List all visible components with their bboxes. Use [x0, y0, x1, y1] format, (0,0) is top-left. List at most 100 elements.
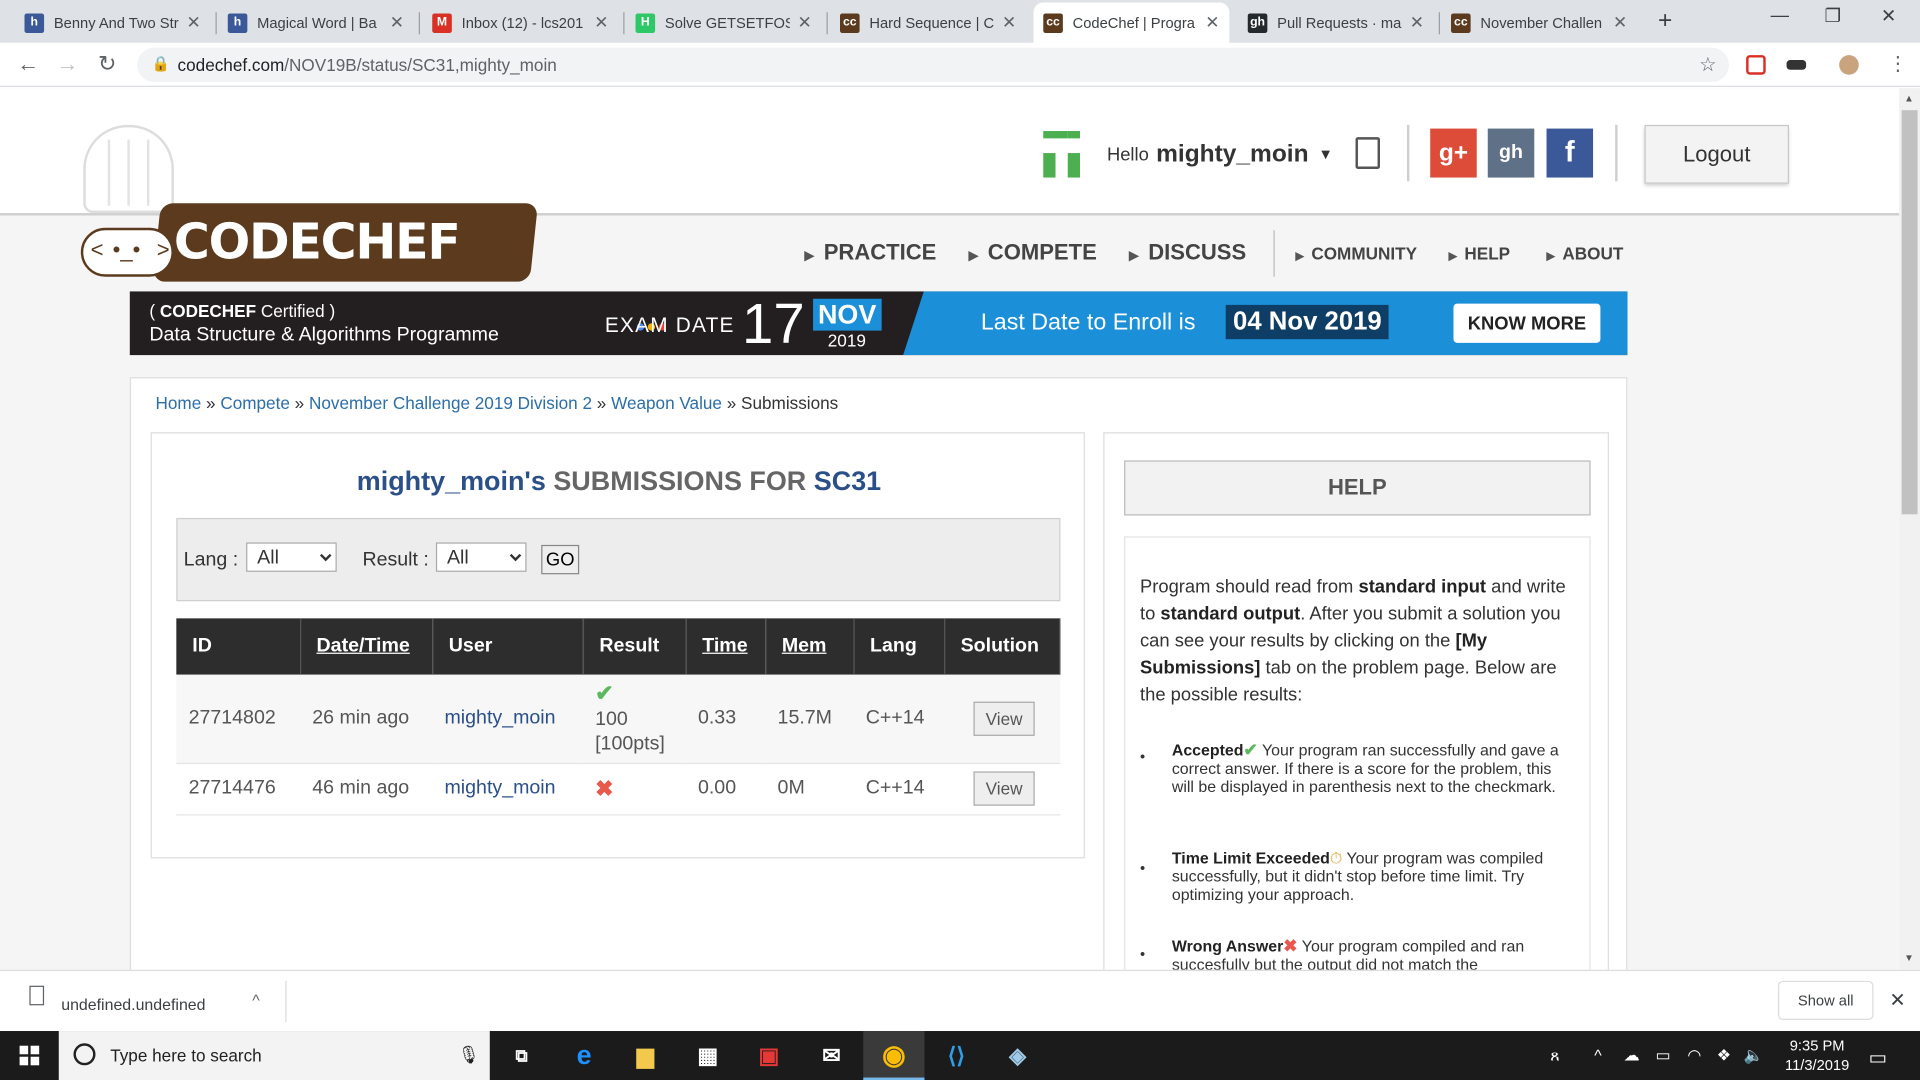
result-points: [100pts]	[595, 733, 665, 754]
caret-down-icon[interactable]: ▼	[1318, 146, 1333, 163]
close-window-icon[interactable]: ✕	[1881, 5, 1896, 27]
username[interactable]: mighty_moin	[1156, 140, 1308, 168]
breadcrumb-home[interactable]: Home	[156, 393, 202, 413]
close-tab-icon[interactable]: ✕	[390, 12, 404, 33]
help-accepted: Accepted✔ Your program ran successfully …	[1171, 739, 1559, 796]
menu-dots-icon[interactable]: ⋮	[1888, 51, 1908, 75]
close-tab-icon[interactable]: ✕	[1002, 12, 1016, 33]
extension-icon[interactable]	[1746, 55, 1766, 75]
col-lang: Lang	[853, 618, 945, 675]
breadcrumb-problem[interactable]: Weapon Value	[611, 393, 722, 413]
windows-start-icon[interactable]	[19, 1045, 40, 1066]
profile-avatar[interactable]	[1839, 55, 1859, 75]
clock[interactable]: 9:35 PM 11/3/2019	[1771, 1036, 1864, 1075]
forward-icon[interactable]: →	[56, 51, 78, 77]
close-tab-icon[interactable]: ✕	[1410, 12, 1424, 33]
filter-bar: Lang : All Result : All GO	[176, 517, 1061, 602]
browser-tab[interactable]: h Magical Word | Ba ✕	[218, 2, 414, 42]
gift-icon[interactable]: ▣	[754, 1041, 783, 1070]
browser-tab[interactable]: H Solve GETSETFOSS ✕	[626, 2, 822, 42]
user-menu[interactable]: Hello mighty_moin ▼	[1038, 130, 1333, 179]
col-time[interactable]: Time	[685, 618, 766, 675]
col-result: Result	[582, 618, 687, 675]
maximize-icon[interactable]: ❐	[1824, 5, 1840, 27]
promo-banner[interactable]: ( CODECHEF Certified ) Data Structure & …	[129, 291, 1628, 356]
address-bar[interactable]: 🔒 codechef.com/NOV19B/status/SC31,mighty…	[137, 47, 1729, 83]
task-view-icon[interactable]: ⧉	[507, 1041, 536, 1070]
wifi-icon[interactable]: ◠	[1687, 1046, 1701, 1066]
file-explorer-icon[interactable]: ▆	[631, 1041, 660, 1070]
minimize-icon[interactable]: —	[1771, 5, 1789, 26]
lang-select[interactable]: All	[246, 542, 337, 572]
edge-icon[interactable]: e	[569, 1040, 598, 1071]
show-all-button[interactable]: Show all	[1777, 980, 1874, 1021]
battery-icon[interactable]: ▭	[1656, 1046, 1671, 1066]
microphone-icon[interactable]: 🎙	[458, 1044, 480, 1065]
google-plus-icon[interactable]: g+	[1430, 128, 1477, 178]
notes-icon[interactable]	[1355, 137, 1381, 169]
nav-discuss[interactable]: ▶ DISCUSS	[1129, 240, 1246, 266]
nav-about[interactable]: ▶ ABOUT	[1547, 244, 1624, 264]
know-more-button[interactable]: KNOW MORE	[1453, 303, 1601, 343]
download-filename[interactable]: undefined.undefined	[61, 996, 205, 1014]
nav-community[interactable]: ▶ COMMUNITY	[1296, 244, 1418, 264]
app-icon[interactable]: ◈	[1003, 1041, 1032, 1070]
close-tab-icon[interactable]: ✕	[797, 12, 811, 33]
browser-tab[interactable]: M Inbox (12) - lcs201 ✕	[422, 2, 618, 42]
breadcrumb-current: Submissions	[741, 393, 839, 413]
close-tab-icon[interactable]: ✕	[1613, 12, 1627, 33]
breadcrumb-contest[interactable]: November Challenge 2019 Division 2	[309, 393, 592, 413]
url-text[interactable]: codechef.com/NOV19B/status/SC31,mighty_m…	[178, 55, 557, 75]
new-tab-button[interactable]: +	[1658, 7, 1672, 35]
vscode-icon[interactable]: ⟨⟩	[942, 1041, 971, 1070]
chrome-icon[interactable]: ◉	[879, 1040, 908, 1071]
volume-icon[interactable]: 🔈	[1744, 1046, 1764, 1066]
close-tab-icon[interactable]: ✕	[1205, 12, 1219, 33]
scroll-up-icon[interactable]: ▲	[1904, 93, 1914, 104]
go-button[interactable]: GO	[541, 544, 580, 575]
github-icon[interactable]: gh	[1487, 128, 1535, 178]
close-tab-icon[interactable]: ✕	[594, 12, 608, 33]
lang-label: Lang :	[183, 549, 239, 571]
scroll-thumb[interactable]	[1901, 110, 1918, 515]
scroll-down-icon[interactable]: ▼	[1904, 953, 1914, 964]
incognito-extension-icon[interactable]	[1786, 60, 1807, 70]
dropbox-icon[interactable]: ❖	[1717, 1046, 1731, 1066]
reload-icon[interactable]: ↻	[98, 51, 116, 77]
notification-icon[interactable]: ▭	[1869, 1046, 1888, 1070]
browser-tab[interactable]: h Benny And Two Str ✕	[15, 2, 211, 42]
browser-tab[interactable]: cc Hard Sequence | C ✕	[830, 2, 1026, 42]
col-datetime[interactable]: Date/Time	[300, 618, 433, 675]
submission-id: 27714476	[176, 762, 301, 815]
people-icon[interactable]: ጸ	[1550, 1046, 1559, 1066]
browser-tab[interactable]: cc CodeChef | Progra ✕	[1033, 2, 1230, 43]
close-tab-icon[interactable]: ✕	[186, 12, 200, 33]
user-link[interactable]: mighty_moin	[444, 707, 555, 728]
facebook-icon[interactable]: f	[1546, 128, 1594, 178]
browser-tab[interactable]: cc November Challen ✕	[1441, 2, 1637, 42]
help-title: HELP	[1124, 460, 1591, 516]
onedrive-icon[interactable]: ☁	[1624, 1046, 1640, 1066]
nav-compete[interactable]: ▶ COMPETE	[969, 240, 1097, 266]
favicon-icon: M	[432, 12, 452, 33]
mail-icon[interactable]: ✉	[817, 1041, 846, 1070]
nav-practice[interactable]: ▶ PRACTICE	[804, 240, 936, 266]
tray-chevron-icon[interactable]: ^	[1594, 1046, 1601, 1064]
view-button[interactable]: View	[973, 701, 1035, 736]
browser-tab[interactable]: gh Pull Requests · ma ✕	[1238, 2, 1434, 42]
user-link[interactable]: mighty_moin	[444, 778, 555, 799]
col-mem[interactable]: Mem	[765, 618, 855, 675]
breadcrumb-compete[interactable]: Compete	[220, 393, 290, 413]
store-icon[interactable]: ▦	[693, 1041, 722, 1070]
nav-help[interactable]: ▶ HELP	[1449, 244, 1511, 264]
taskbar-search[interactable]: Type here to search 🎙	[58, 1031, 490, 1080]
bookmark-star-icon[interactable]: ☆	[1699, 53, 1717, 77]
close-icon[interactable]: ✕	[1889, 988, 1905, 1012]
back-icon[interactable]: ←	[17, 51, 39, 77]
view-button[interactable]: View	[973, 771, 1035, 806]
table-row: 27714802 26 min ago mighty_moin ✔ 100 [1…	[176, 674, 1060, 764]
page-scrollbar[interactable]: ▲ ▼	[1899, 88, 1920, 970]
result-select[interactable]: All	[435, 542, 527, 572]
chevron-up-icon[interactable]: ^	[252, 991, 259, 1009]
logout-button[interactable]: Logout	[1644, 124, 1789, 184]
